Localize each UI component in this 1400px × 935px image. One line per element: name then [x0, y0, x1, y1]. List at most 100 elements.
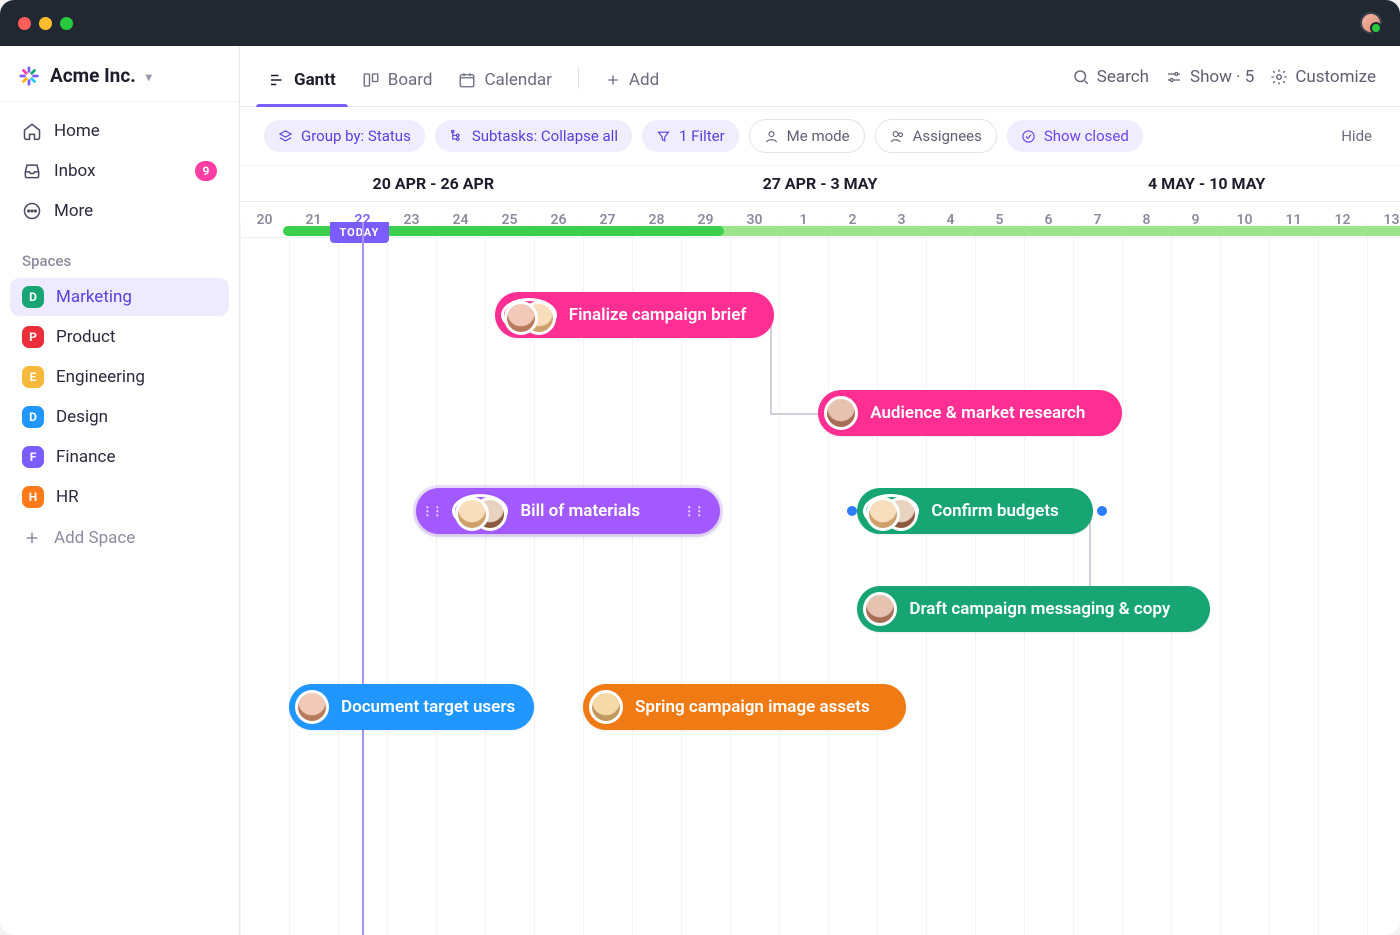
space-badge: H — [22, 486, 44, 508]
app-logo-icon — [18, 65, 40, 87]
sidebar-space-hr[interactable]: HHR — [10, 478, 229, 516]
nav-home[interactable]: Home — [10, 112, 229, 150]
assignees-label: Assignees — [913, 127, 982, 145]
add-view-label: Add — [629, 70, 659, 90]
hide-label: Hide — [1341, 127, 1372, 145]
gridline — [1073, 222, 1074, 935]
gridline — [1171, 222, 1172, 935]
view-tabs: Gantt Board Calendar Add Search — [240, 46, 1400, 107]
space-badge: D — [22, 406, 44, 428]
tab-board[interactable]: Board — [358, 60, 437, 106]
space-label: Product — [56, 327, 115, 347]
sidebar-space-product[interactable]: P Product — [10, 318, 229, 356]
filter-pill[interactable]: 1 Filter — [642, 120, 739, 152]
gridline — [877, 222, 878, 935]
subtasks-icon — [449, 129, 464, 144]
assignees-pill[interactable]: Assignees — [875, 119, 997, 153]
task-label: Spring campaign image assets — [635, 697, 870, 717]
add-view-button[interactable]: Add — [601, 60, 663, 106]
sidebar-space-marketing[interactable]: DMarketing — [10, 278, 229, 316]
show-columns-button[interactable]: Show · 5 — [1165, 67, 1254, 87]
customize-button[interactable]: Customize — [1270, 67, 1376, 87]
gear-icon — [1270, 68, 1288, 86]
hide-filters-button[interactable]: Hide — [1337, 120, 1376, 152]
subtasks-label: Subtasks: Collapse all — [472, 127, 618, 145]
gantt-task[interactable]: Confirm budgets — [857, 488, 1092, 534]
week-header: 20 APR - 26 APR — [240, 166, 627, 201]
board-icon — [362, 71, 380, 89]
space-badge: E — [22, 366, 44, 388]
main-panel: Gantt Board Calendar Add Search — [240, 46, 1400, 935]
gantt-task[interactable]: Spring campaign image assets — [583, 684, 906, 730]
gridline — [436, 222, 437, 935]
sidebar-space-finance[interactable]: FFinance — [10, 438, 229, 476]
gantt-icon — [268, 71, 286, 89]
calendar-icon — [458, 71, 476, 89]
plus-icon — [22, 528, 42, 548]
add-space-button[interactable]: Add Space — [10, 520, 229, 556]
tab-calendar[interactable]: Calendar — [454, 60, 555, 106]
gridline — [828, 222, 829, 935]
space-badge: P — [22, 326, 44, 348]
plus-icon — [605, 72, 621, 88]
me-mode-label: Me mode — [787, 127, 850, 145]
tab-gantt-label: Gantt — [294, 70, 336, 90]
dependency-handle[interactable] — [1097, 506, 1107, 516]
spaces-heading: Spaces — [0, 234, 239, 276]
task-label: Confirm budgets — [931, 501, 1058, 521]
inbox-icon — [22, 161, 42, 181]
gantt-timeline[interactable]: 20 APR - 26 APR27 APR - 3 MAY4 MAY - 10 … — [240, 166, 1400, 935]
tab-gantt[interactable]: Gantt — [264, 60, 340, 106]
home-icon — [22, 121, 42, 141]
maximize-window-button[interactable] — [60, 17, 73, 30]
show-closed-label: Show closed — [1044, 127, 1129, 145]
assignee-avatars — [452, 494, 508, 528]
space-badge: D — [22, 286, 44, 308]
window-titlebar — [0, 0, 1400, 46]
assignee-avatar — [863, 592, 897, 626]
gridline — [1220, 222, 1221, 935]
week-header: 4 MAY - 10 MAY — [1013, 166, 1400, 201]
group-by-pill[interactable]: Group by: Status — [264, 120, 425, 152]
gantt-task[interactable]: ⋮⋮Bill of materials⋮⋮ — [416, 488, 720, 534]
gridline — [485, 222, 486, 935]
gridline — [1318, 222, 1319, 935]
gridline — [975, 222, 976, 935]
me-mode-pill[interactable]: Me mode — [749, 119, 865, 153]
sidebar-space-design[interactable]: DDesign — [10, 398, 229, 436]
close-window-button[interactable] — [18, 17, 31, 30]
search-label: Search — [1097, 67, 1149, 87]
inbox-count-badge: 9 — [195, 161, 217, 181]
account-avatar[interactable] — [1360, 12, 1382, 34]
dependency-handle[interactable] — [847, 506, 857, 516]
gantt-task[interactable]: Audience & market research — [818, 390, 1122, 436]
week-header: 27 APR - 3 MAY — [627, 166, 1014, 201]
sidebar-space-engineering[interactable]: EEngineering — [10, 358, 229, 396]
task-label: Draft campaign messaging & copy — [909, 599, 1170, 619]
space-label: Finance — [56, 447, 115, 467]
gridline — [240, 222, 241, 935]
gantt-task[interactable]: Finalize campaign brief — [495, 292, 774, 338]
gantt-task[interactable]: Document target users — [289, 684, 534, 730]
workspace-switcher[interactable]: Acme Inc. ▾ — [0, 46, 239, 102]
show-closed-pill[interactable]: Show closed — [1007, 120, 1143, 152]
nav-inbox[interactable]: Inbox 9 — [10, 152, 229, 190]
drag-handle-icon[interactable]: ⋮⋮ — [684, 504, 702, 518]
filter-bar: Group by: Status Subtasks: Collapse all … — [240, 107, 1400, 166]
filter-icon — [656, 129, 671, 144]
tab-board-label: Board — [388, 70, 433, 90]
drag-handle-icon[interactable]: ⋮⋮ — [422, 504, 440, 518]
more-icon — [22, 201, 42, 221]
sliders-icon — [1165, 68, 1183, 86]
subtasks-pill[interactable]: Subtasks: Collapse all — [435, 120, 632, 152]
chevron-down-icon: ▾ — [146, 70, 152, 84]
minimize-window-button[interactable] — [39, 17, 52, 30]
person-icon — [764, 129, 779, 144]
gridline — [1024, 222, 1025, 935]
gantt-task[interactable]: Draft campaign messaging & copy — [857, 586, 1210, 632]
tab-calendar-label: Calendar — [484, 70, 551, 90]
search-button[interactable]: Search — [1072, 67, 1149, 87]
today-line — [362, 222, 364, 935]
people-icon — [890, 129, 905, 144]
nav-more[interactable]: More — [10, 192, 229, 230]
